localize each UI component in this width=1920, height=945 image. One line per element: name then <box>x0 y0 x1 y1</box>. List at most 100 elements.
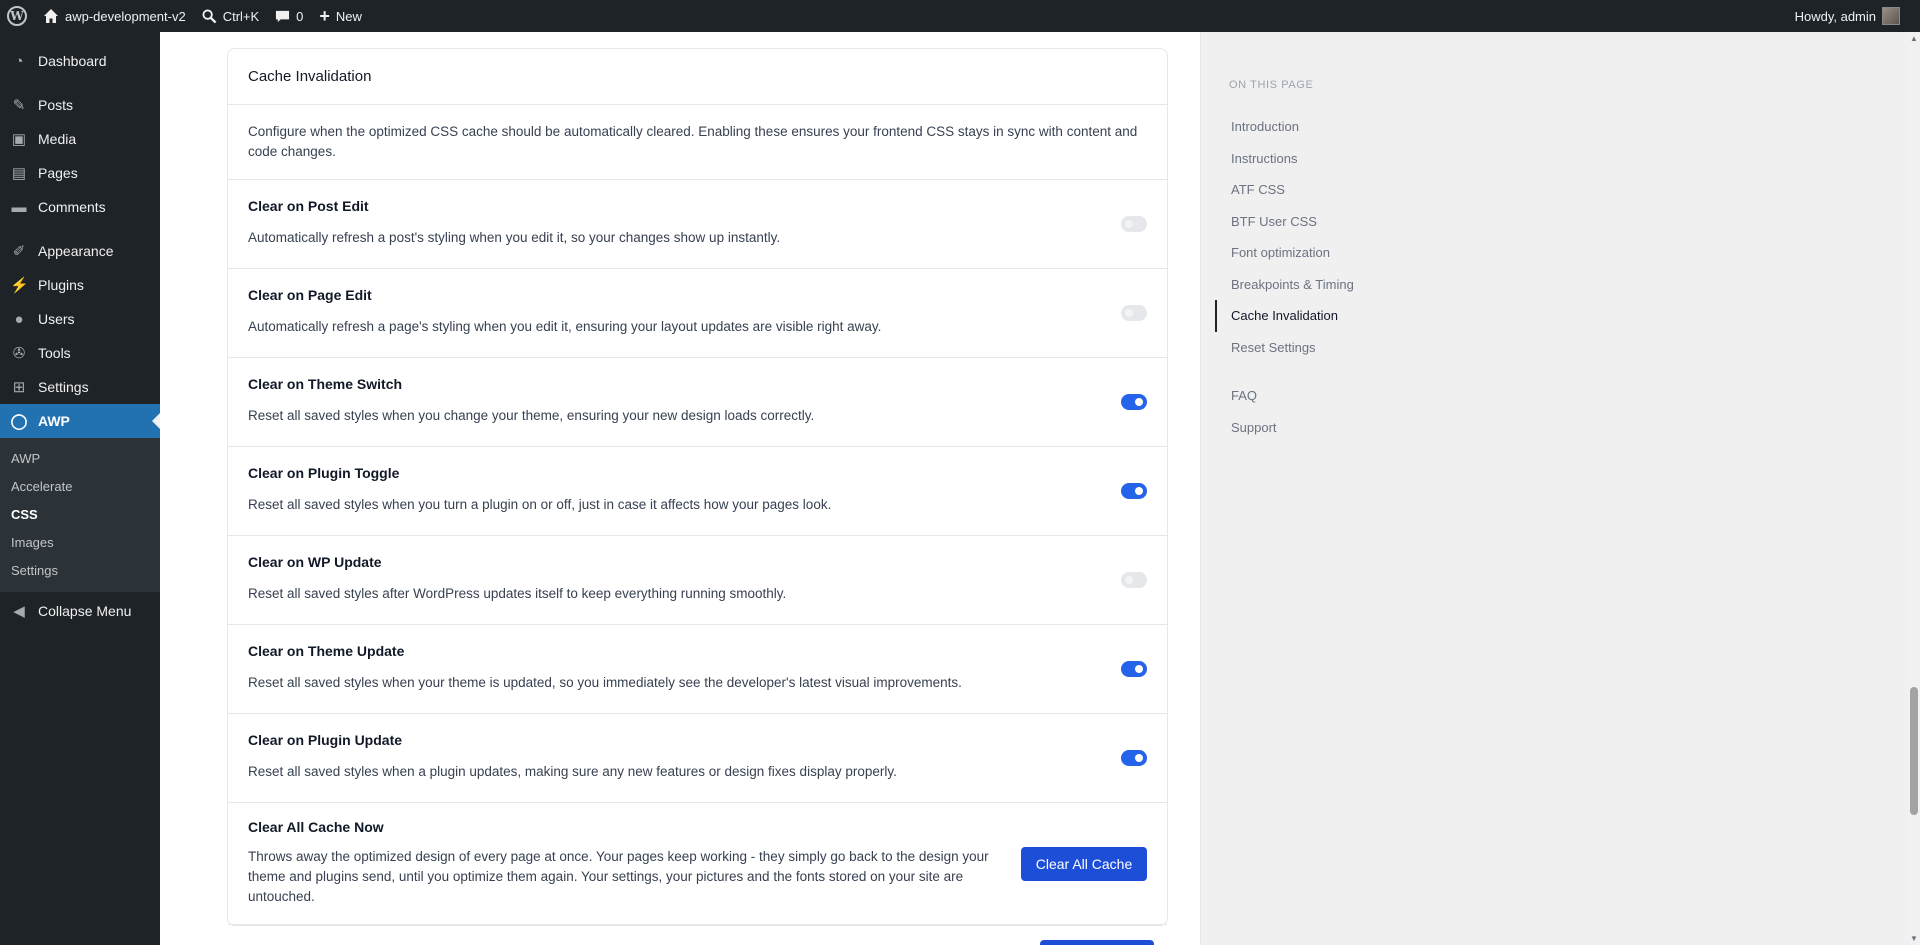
toc-item-btf-user-css[interactable]: BTF User CSS <box>1215 206 1354 238</box>
setting-description: Automatically refresh a post's styling w… <box>248 230 781 245</box>
clear-all-row: Clear All Cache Now Throws away the opti… <box>228 803 1167 925</box>
comments-link[interactable]: 0 <box>267 0 311 32</box>
clear-all-description: Throws away the optimized design of ever… <box>248 849 989 904</box>
toc-item-introduction[interactable]: Introduction <box>1215 111 1354 143</box>
setting-title: Clear on Post Edit <box>248 198 369 214</box>
submenu-images[interactable]: Images <box>0 529 160 557</box>
setting-row: Clear on Page Edit Automatically refresh… <box>228 269 1167 358</box>
clear-on-theme-switch-toggle[interactable] <box>1121 394 1147 410</box>
user-icon: ● <box>14 310 24 328</box>
menu-label: Settings <box>38 379 89 395</box>
admin-menu: ◔ Dashboard ✎ Posts ▣ Media ▤ Pages ▬ Comment… <box>0 32 160 945</box>
menu-label: Posts <box>38 97 74 113</box>
clear-all-title: Clear All Cache Now <box>248 819 384 835</box>
my-account-menu[interactable]: Howdy, admin <box>1787 0 1920 32</box>
menu-settings[interactable]: ⊞ Settings <box>0 370 160 404</box>
new-content-menu[interactable]: + New <box>311 0 370 32</box>
menu-label: Tools <box>38 345 71 361</box>
toc-item-reset-settings[interactable]: Reset Settings <box>1215 332 1354 364</box>
toc-title: ON THIS PAGE <box>1229 79 1314 91</box>
page-icon: ▤ <box>11 165 27 182</box>
clear-on-plugin-update-toggle[interactable] <box>1121 750 1147 766</box>
toc-item-cache-invalidation[interactable]: Cache Invalidation <box>1215 300 1354 332</box>
site-name: awp-development-v2 <box>65 8 186 24</box>
scrollbar-thumb[interactable] <box>1910 687 1918 815</box>
toc-item-breakpoints-timing[interactable]: Breakpoints & Timing <box>1215 269 1354 301</box>
menu-label: Appearance <box>38 243 114 259</box>
wordpress-logo-menu[interactable]: W <box>0 0 35 32</box>
plug-icon: ⚡ <box>10 277 29 294</box>
menu-label: Comments <box>38 199 106 215</box>
setting-description: Reset all saved styles when you change y… <box>248 408 815 423</box>
clear-on-page-edit-toggle[interactable] <box>1121 305 1147 321</box>
site-name-link[interactable]: awp-development-v2 <box>35 0 194 32</box>
setting-title: Clear on Plugin Toggle <box>248 465 400 481</box>
next-section-button[interactable] <box>1040 940 1154 945</box>
new-label: New <box>335 8 362 24</box>
setting-title: Clear on Plugin Update <box>248 732 403 748</box>
scroll-down-arrow-icon[interactable]: ▼ <box>1910 934 1918 943</box>
setting-title: Clear on Theme Update <box>248 643 405 659</box>
menu-appearance[interactable]: ✐ Appearance <box>0 234 160 268</box>
menu-plugins[interactable]: ⚡ Plugins <box>0 268 160 302</box>
media-icon: ▣ <box>11 131 27 148</box>
comment-icon <box>276 10 290 22</box>
collapse-icon: ◀ <box>13 603 25 620</box>
menu-posts[interactable]: ✎ Posts <box>0 88 160 122</box>
clear-on-post-edit-toggle[interactable] <box>1121 216 1147 232</box>
collapse-menu-button[interactable]: ◀ Collapse Menu <box>0 594 160 628</box>
setting-description: Reset all saved styles when a plugin upd… <box>248 764 897 779</box>
toc-item-support[interactable]: Support <box>1215 412 1354 444</box>
clear-on-theme-update-toggle[interactable] <box>1121 661 1147 677</box>
comment-icon: ▬ <box>11 198 27 216</box>
menu-tools[interactable]: ✇ Tools <box>0 336 160 370</box>
menu-comments[interactable]: ▬ Comments <box>0 190 160 224</box>
howdy-text: Howdy, admin <box>1794 8 1876 24</box>
menu-label: Plugins <box>38 277 84 293</box>
dashboard-icon: ◔ <box>14 52 24 70</box>
clear-on-plugin-toggle-toggle[interactable] <box>1121 483 1147 499</box>
setting-title: Clear on WP Update <box>248 554 382 570</box>
toc-item-instructions[interactable]: Instructions <box>1215 143 1354 175</box>
cache-invalidation-card: Cache Invalidation Configure when the op… <box>227 48 1168 926</box>
submenu-awp[interactable]: AWP <box>0 445 160 473</box>
setting-row: Clear on Theme Switch Reset all saved st… <box>228 358 1167 447</box>
on-this-page-nav: ON THIS PAGE Introduction Instructions A… <box>1200 32 1920 945</box>
submenu-settings[interactable]: Settings <box>0 557 160 585</box>
clear-all-cache-button[interactable]: Clear All Cache <box>1021 847 1147 881</box>
wordpress-icon: W <box>7 6 27 26</box>
menu-users[interactable]: ● Users <box>0 302 160 336</box>
clear-on-wp-update-toggle[interactable] <box>1121 572 1147 588</box>
admin-bar: W awp-development-v2 Ctrl+K 0 + New Howd… <box>0 0 1920 32</box>
search-shortcut[interactable]: Ctrl+K <box>194 0 267 32</box>
setting-description: Reset all saved styles when you turn a p… <box>248 497 832 512</box>
brush-icon: ✐ <box>12 243 26 260</box>
plus-icon: + <box>319 5 330 26</box>
menu-pages[interactable]: ▤ Pages <box>0 156 160 190</box>
toc-item-font-optimization[interactable]: Font optimization <box>1215 237 1354 269</box>
menu-label: Media <box>38 131 77 147</box>
menu-dashboard[interactable]: ◔ Dashboard <box>0 44 160 78</box>
setting-title: Clear on Page Edit <box>248 287 372 303</box>
home-icon <box>44 9 58 23</box>
toc-item-faq[interactable]: FAQ <box>1215 380 1354 412</box>
page-scrollbar[interactable]: ▲ ▼ <box>1908 32 1920 945</box>
setting-description: Reset all saved styles when your theme i… <box>248 675 962 690</box>
collapse-label: Collapse Menu <box>38 603 132 619</box>
menu-media[interactable]: ▣ Media <box>0 122 160 156</box>
submenu-css[interactable]: CSS <box>0 501 160 529</box>
pin-icon: ✎ <box>12 97 26 114</box>
search-icon <box>202 8 217 23</box>
setting-description: Reset all saved styles after WordPress u… <box>248 586 787 601</box>
sliders-icon: ⊞ <box>12 379 26 396</box>
menu-awp[interactable]: ◯ AWP <box>0 404 160 438</box>
avatar <box>1882 7 1900 25</box>
menu-label: Pages <box>38 165 78 181</box>
setting-row: Clear on Theme Update Reset all saved st… <box>228 625 1167 714</box>
toc-item-atf-css[interactable]: ATF CSS <box>1215 174 1354 206</box>
setting-row: Clear on Plugin Toggle Reset all saved s… <box>228 447 1167 536</box>
toc-list: Introduction Instructions ATF CSS BTF Us… <box>1215 111 1354 443</box>
submenu-accelerate[interactable]: Accelerate <box>0 473 160 501</box>
scroll-up-arrow-icon[interactable]: ▲ <box>1910 34 1918 43</box>
setting-row: Clear on WP Update Reset all saved style… <box>228 536 1167 625</box>
